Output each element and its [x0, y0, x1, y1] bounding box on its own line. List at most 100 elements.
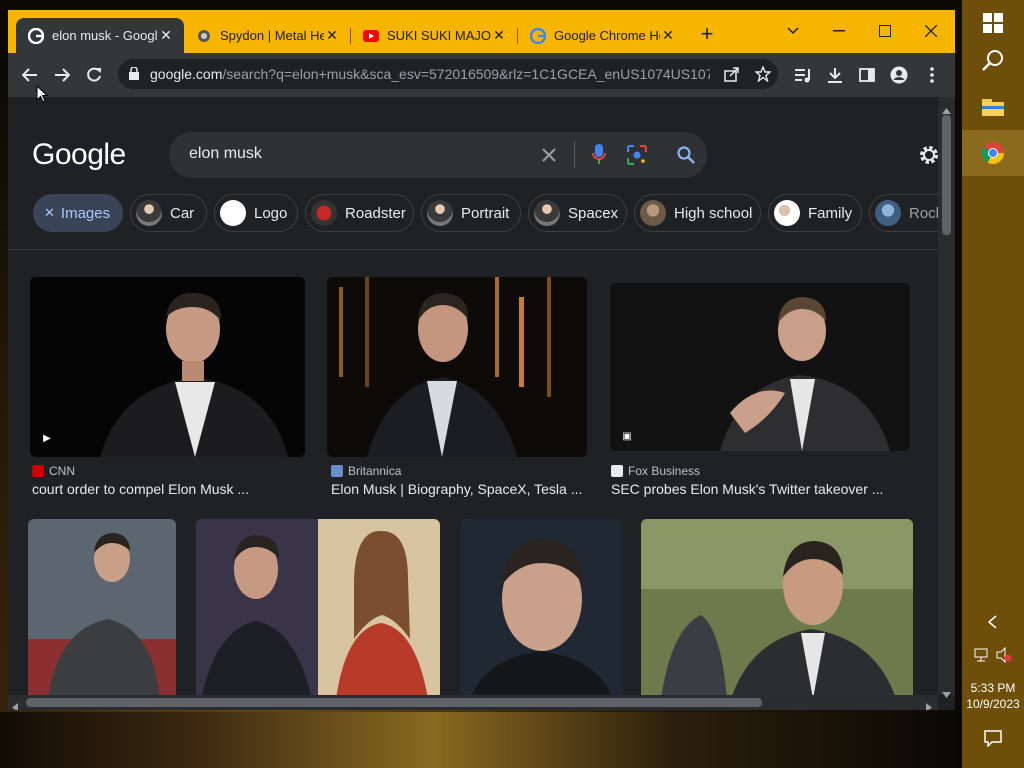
- download-icon: [828, 68, 842, 83]
- result-caption-cnn[interactable]: court order to compel Elon Musk ...: [32, 481, 249, 497]
- vertical-scrollbar[interactable]: [938, 97, 955, 698]
- chip-images[interactable]: ✕ Images: [33, 194, 123, 232]
- settings-gear-icon[interactable]: [918, 144, 938, 166]
- chip-label: Roadster: [345, 204, 406, 222]
- show-hidden-icons[interactable]: [962, 607, 1024, 637]
- side-panel-icon: [859, 68, 875, 82]
- search-button[interactable]: [962, 38, 1024, 84]
- result-image-6[interactable]: [196, 519, 440, 695]
- tab-close-icon[interactable]: ✕: [491, 27, 507, 44]
- clock-date: 10/9/2023: [966, 697, 1020, 711]
- chip-car[interactable]: Car: [130, 194, 207, 232]
- notifications-button[interactable]: [962, 716, 1024, 760]
- chip-label: High school: [674, 204, 753, 222]
- result-caption-fox-business[interactable]: SEC probes Elon Musk's Twitter takeover …: [611, 481, 883, 497]
- portrait-image: [30, 277, 305, 457]
- portrait-image: [327, 277, 587, 457]
- chip-portrait[interactable]: Portrait: [421, 194, 521, 232]
- taskbar-clock[interactable]: 5:33 PM 10/9/2023: [962, 680, 1024, 712]
- chip-family[interactable]: Family: [768, 194, 862, 232]
- maximize-button[interactable]: [862, 16, 908, 46]
- lens-icon[interactable]: [627, 145, 647, 165]
- scroll-down-icon[interactable]: [942, 685, 951, 698]
- chip-logo[interactable]: Logo: [214, 194, 298, 232]
- tab-search-button[interactable]: [770, 16, 816, 46]
- chip-label: Car: [170, 204, 195, 222]
- chip-roadster[interactable]: Roadster: [305, 194, 414, 232]
- google-logo[interactable]: Google: [32, 138, 126, 172]
- network-icon: [974, 647, 1012, 663]
- google-g-icon: [28, 27, 44, 44]
- forward-button[interactable]: [48, 61, 76, 89]
- chip-thumbnail: [220, 200, 246, 226]
- source-label: Britannica: [348, 464, 402, 478]
- mouse-cursor-icon: [36, 85, 48, 103]
- profile-button[interactable]: [885, 61, 913, 89]
- spydon-logo-icon: [196, 28, 212, 44]
- tab-close-icon[interactable]: ✕: [158, 27, 174, 44]
- result-image-cnn[interactable]: ▶: [30, 277, 305, 457]
- address-bar[interactable]: google.com/search?q=elon+musk&sca_esv=57…: [118, 59, 778, 89]
- result-source-cnn[interactable]: CNN: [32, 464, 75, 478]
- downloads-button[interactable]: [821, 61, 849, 89]
- horizontal-scroll-thumb[interactable]: [26, 698, 762, 707]
- minimize-icon: [833, 30, 845, 32]
- close-window-button[interactable]: [908, 16, 954, 46]
- search-input[interactable]: elon musk: [189, 145, 262, 163]
- video-play-icon: ▶: [43, 432, 51, 444]
- scroll-left-icon[interactable]: [12, 699, 18, 710]
- result-source-britannica[interactable]: Britannica: [331, 464, 401, 478]
- reload-button[interactable]: [80, 61, 108, 89]
- windows-icon: [983, 13, 1003, 33]
- chips-divider: [8, 249, 938, 250]
- share-icon[interactable]: [724, 66, 740, 82]
- chrome-window: elon musk - Google ✕ Spydon | Metal He ✕…: [8, 10, 955, 710]
- chrome-icon: [982, 142, 1004, 164]
- tab-close-icon[interactable]: ✕: [660, 27, 676, 44]
- filter-chips: ✕ Images Car Logo Roadster Portrait Spac…: [8, 194, 938, 236]
- tab-google-search[interactable]: elon musk - Google ✕: [16, 18, 184, 53]
- scroll-up-icon[interactable]: [942, 101, 951, 114]
- search-icon[interactable]: [677, 146, 695, 164]
- result-source-fox-business[interactable]: Fox Business: [611, 464, 700, 478]
- google-g-icon: [530, 27, 546, 44]
- source-label: CNN: [49, 464, 75, 478]
- menu-button[interactable]: [918, 61, 946, 89]
- search-icon: [982, 50, 1003, 71]
- desktop-wallpaper-band: [0, 712, 962, 768]
- scroll-right-icon[interactable]: [926, 699, 932, 710]
- horizontal-scrollbar[interactable]: [8, 695, 938, 710]
- result-image-7[interactable]: [460, 519, 622, 695]
- chip-thumbnail: [534, 200, 560, 226]
- result-image-8[interactable]: [641, 519, 913, 695]
- kebab-menu-icon: [930, 67, 934, 83]
- new-tab-button[interactable]: +: [696, 23, 718, 46]
- chrome-taskbar-button[interactable]: [962, 130, 1024, 176]
- minimize-button[interactable]: [816, 16, 862, 46]
- chevron-down-icon: [787, 27, 799, 35]
- reading-list-button[interactable]: [789, 61, 817, 89]
- tab-spydon[interactable]: Spydon | Metal He ✕: [184, 18, 350, 53]
- result-image-5[interactable]: [28, 519, 176, 695]
- chip-high-school[interactable]: High school: [634, 194, 761, 232]
- microphone-icon[interactable]: [592, 144, 606, 166]
- vertical-scroll-thumb[interactable]: [942, 115, 951, 235]
- system-tray[interactable]: [962, 640, 1024, 670]
- star-icon[interactable]: [755, 66, 771, 82]
- side-panel-button[interactable]: [853, 61, 881, 89]
- search-divider: [574, 142, 575, 168]
- result-image-britannica[interactable]: [327, 277, 587, 457]
- tab-title: Google Chrome He: [554, 28, 660, 43]
- chip-label: Images: [60, 204, 111, 222]
- result-image-fox-business[interactable]: ▣: [610, 283, 910, 451]
- result-caption-britannica[interactable]: Elon Musk | Biography, SpaceX, Tesla ...: [331, 481, 582, 497]
- search-box[interactable]: elon musk: [169, 132, 707, 178]
- tab-close-icon[interactable]: ✕: [324, 27, 340, 44]
- tab-chrome-help[interactable]: Google Chrome He ✕: [518, 18, 686, 53]
- clear-icon[interactable]: [542, 148, 556, 162]
- file-explorer-button[interactable]: [962, 84, 1024, 130]
- chip-spacex[interactable]: Spacex: [528, 194, 627, 232]
- tab-youtube[interactable]: SUKI SUKI MAJOSE ✕: [351, 18, 517, 53]
- chip-rock[interactable]: Rock: [869, 194, 938, 232]
- url-path: /search?q=elon+musk&sca_esv=572016509&rl…: [222, 66, 710, 82]
